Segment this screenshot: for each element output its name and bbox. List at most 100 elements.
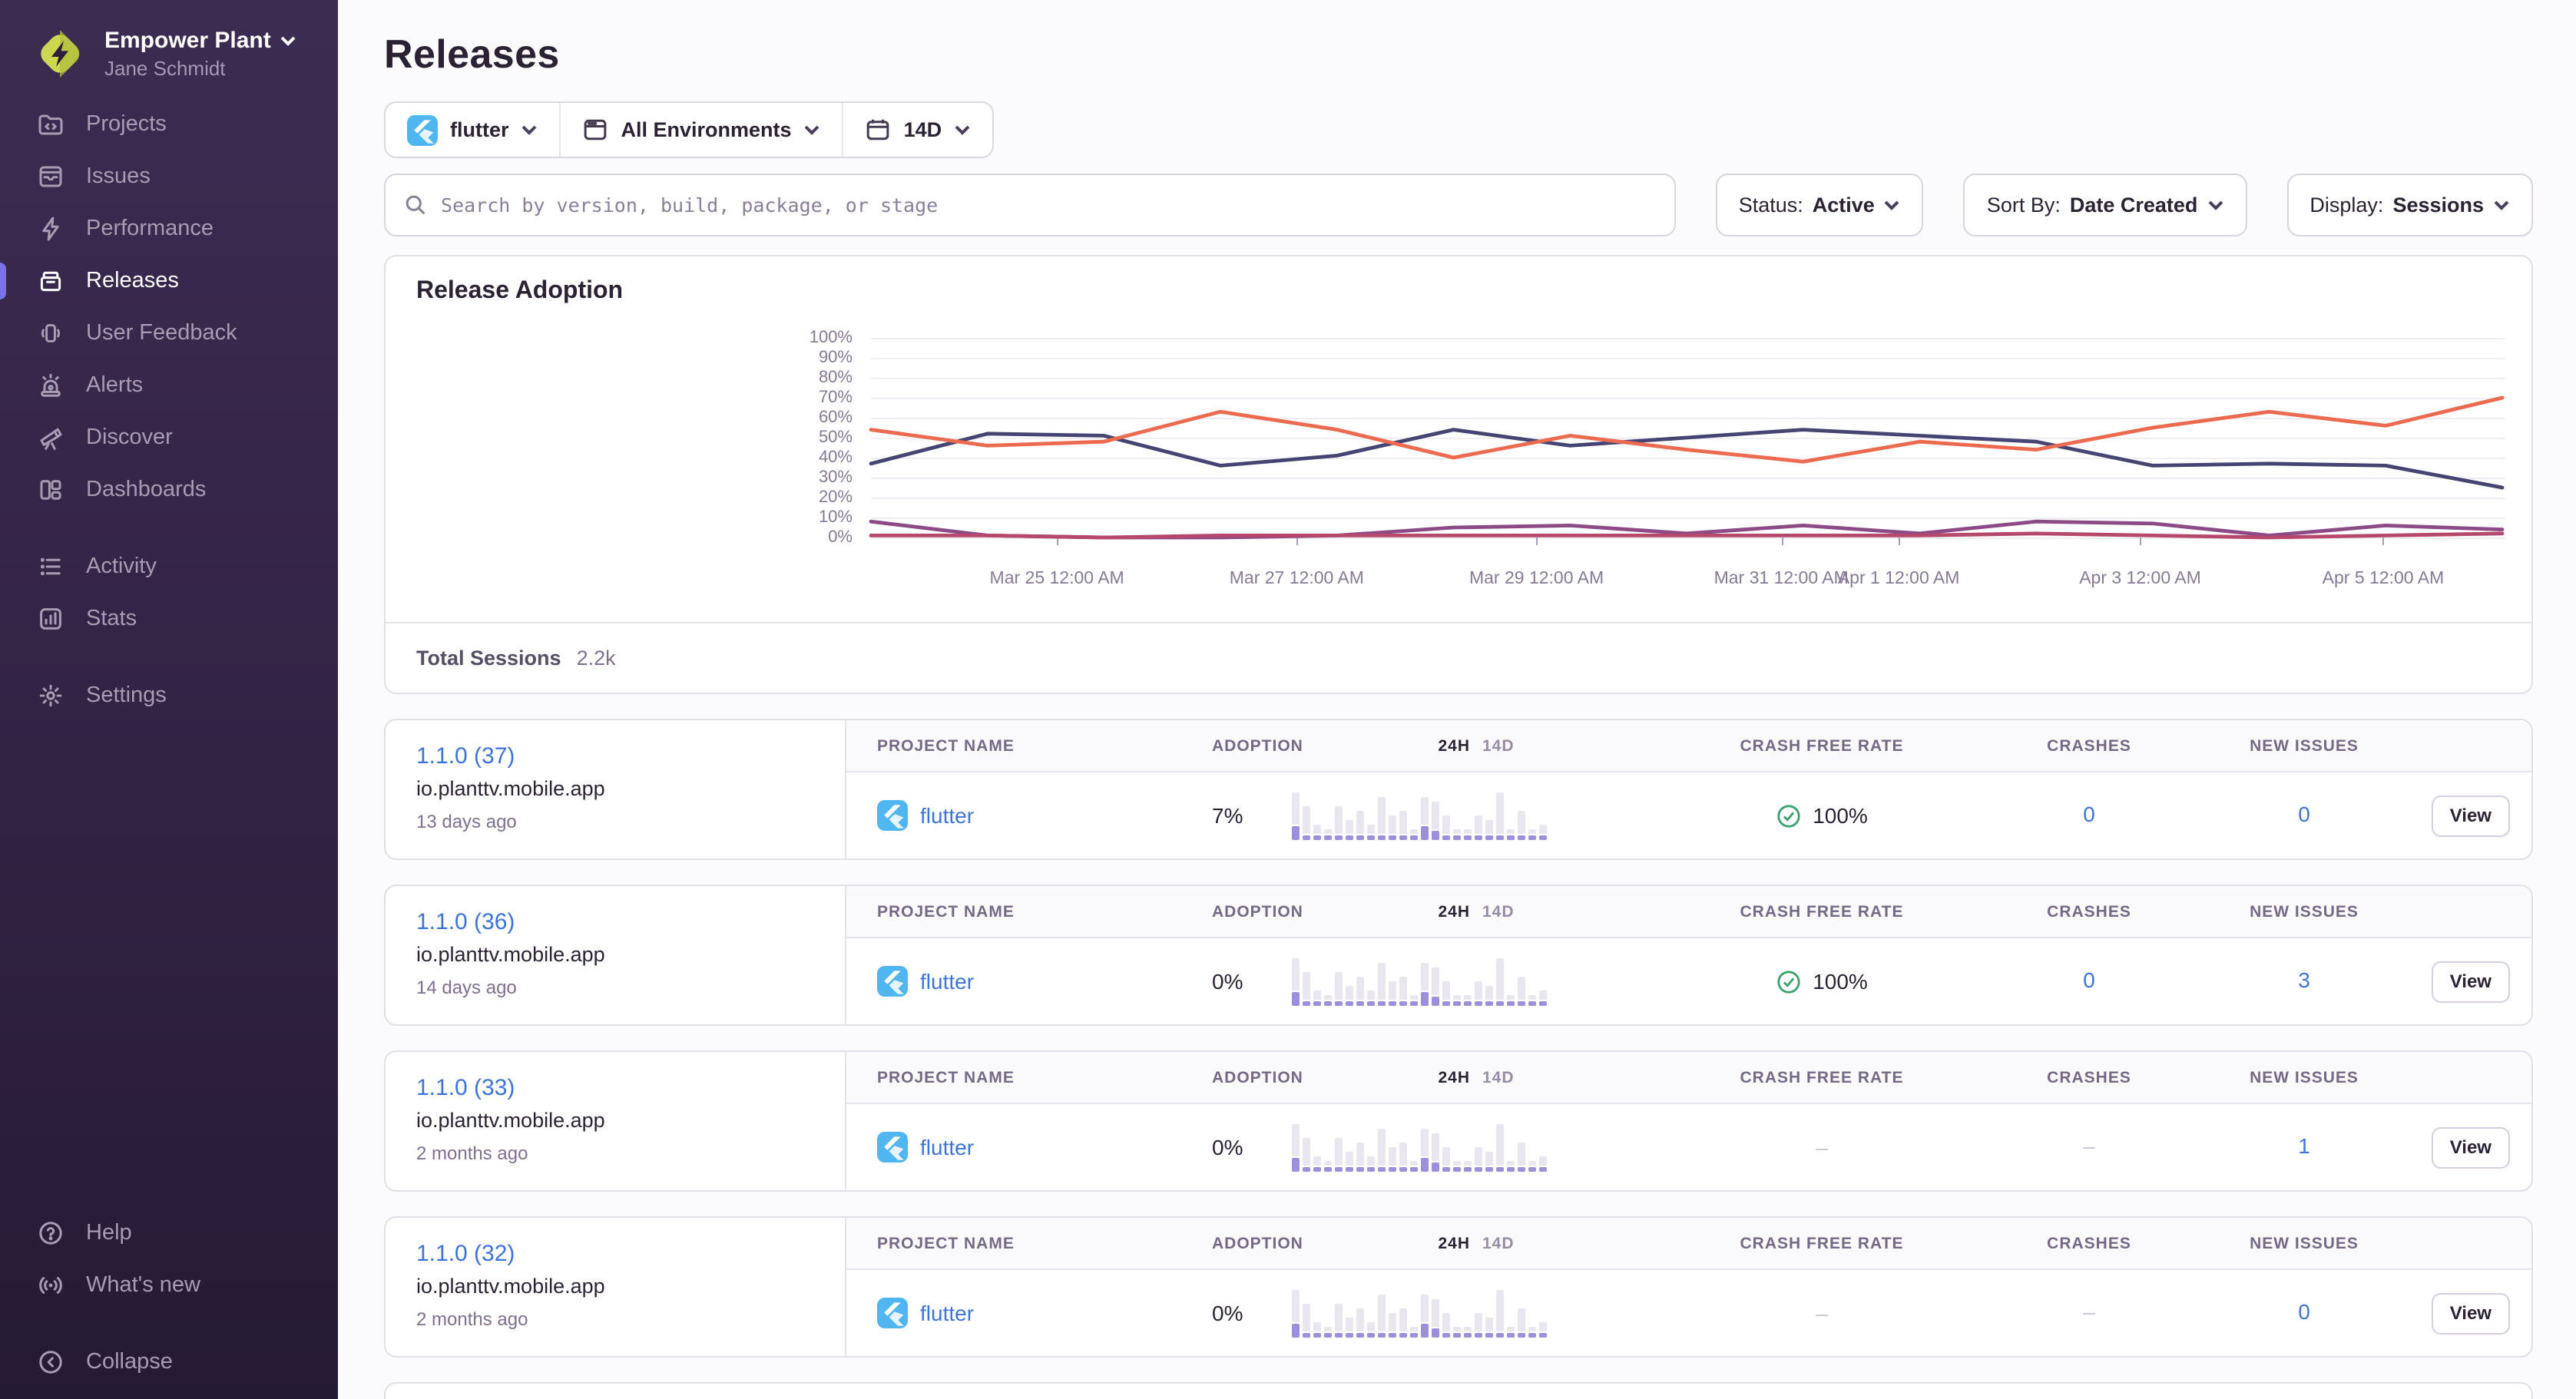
sidebar-item-performance[interactable]: Performance bbox=[0, 203, 338, 255]
release-version-link[interactable]: 1.1.0 (36) bbox=[416, 909, 515, 935]
col-adoption: Adoption bbox=[1212, 1068, 1292, 1086]
release-package: io.planttv.mobile.app bbox=[416, 1275, 814, 1298]
discover-icon bbox=[37, 424, 65, 451]
alerts-icon bbox=[37, 372, 65, 399]
toggle-24h[interactable]: 24H bbox=[1438, 1234, 1470, 1252]
sidebar-item-releases[interactable]: Releases bbox=[0, 255, 338, 307]
environment-filter[interactable]: All Environments bbox=[561, 103, 844, 157]
view-release-button[interactable]: View bbox=[2432, 795, 2510, 836]
release-version-link[interactable]: 1.1.0 (33) bbox=[416, 1075, 515, 1101]
x-axis-tick bbox=[1057, 537, 1058, 545]
project-link[interactable]: flutter bbox=[877, 1132, 1212, 1163]
release-table-row: flutter 7% 100% 0 0 View bbox=[846, 772, 2531, 858]
new-issues-link[interactable]: 0 bbox=[2298, 802, 2310, 826]
release-version-link[interactable]: 1.1.0 (32) bbox=[416, 1241, 515, 1267]
sidebar-nav-primary: Projects Issues Performance Releases Use… bbox=[0, 98, 338, 516]
y-axis-label: 60% bbox=[782, 408, 853, 427]
flutter-icon bbox=[877, 800, 908, 831]
sidebar-item-alerts[interactable]: Alerts bbox=[0, 359, 338, 412]
sidebar-item-user-feedback[interactable]: User Feedback bbox=[0, 307, 338, 359]
adoption-value: 7% bbox=[1212, 803, 1292, 828]
x-axis-tick bbox=[1781, 537, 1783, 545]
crashes-link[interactable]: 0 bbox=[2083, 967, 2095, 992]
col-new-issues: New Issues bbox=[2195, 1068, 2413, 1086]
release-table-row: flutter 0% – – 0 View bbox=[846, 1270, 2531, 1356]
col-adoption: Adoption bbox=[1212, 736, 1292, 755]
sidebar-item-discover[interactable]: Discover bbox=[0, 412, 338, 464]
y-axis-label: 0% bbox=[782, 528, 853, 547]
chevron-down-icon bbox=[804, 124, 821, 135]
sidebar-nav-secondary: Activity Stats bbox=[0, 541, 338, 645]
view-release-button[interactable]: View bbox=[2432, 1126, 2510, 1168]
sessions-sparkline bbox=[1292, 1288, 1550, 1338]
page-filter-bar: flutter All Environments 14D bbox=[384, 101, 994, 158]
new-issues-link[interactable]: 0 bbox=[2298, 1299, 2310, 1324]
toggle-24h[interactable]: 24H bbox=[1438, 902, 1470, 921]
y-axis-label: 40% bbox=[782, 448, 853, 467]
project-link[interactable]: flutter bbox=[877, 800, 1212, 831]
view-release-button[interactable]: View bbox=[2432, 961, 2510, 1002]
project-link[interactable]: flutter bbox=[877, 966, 1212, 997]
sidebar-item-activity[interactable]: Activity bbox=[0, 541, 338, 593]
status-dropdown[interactable]: Status:Active bbox=[1716, 174, 1924, 236]
environment-filter-value: All Environments bbox=[621, 118, 792, 141]
x-axis-tick bbox=[1899, 537, 1900, 545]
project-filter-value: flutter bbox=[450, 118, 509, 141]
sidebar-item-issues[interactable]: Issues bbox=[0, 150, 338, 203]
settings-icon bbox=[37, 682, 65, 709]
crash-free-value: 100% bbox=[1660, 802, 1983, 828]
col-crash-free-rate: Crash Free Rate bbox=[1660, 1068, 1983, 1086]
project-filter[interactable]: flutter bbox=[386, 103, 561, 157]
crashes-link[interactable]: 0 bbox=[2083, 802, 2095, 826]
new-issues-link[interactable]: 1 bbox=[2298, 1133, 2310, 1158]
projects-icon bbox=[37, 111, 65, 138]
sidebar-item-projects[interactable]: Projects bbox=[0, 98, 338, 150]
x-axis-tick bbox=[1537, 537, 1538, 545]
total-sessions-label: Total Sessions bbox=[416, 647, 561, 670]
series-orange-line bbox=[871, 398, 2502, 461]
page-title: Releases bbox=[384, 31, 2533, 78]
x-axis-label: Apr 5 12:00 AM bbox=[2323, 570, 2445, 588]
sidebar-item-dashboards[interactable]: Dashboards bbox=[0, 464, 338, 516]
sort-by-dropdown[interactable]: Sort By:Date Created bbox=[1964, 174, 2247, 236]
new-issues-link[interactable]: 3 bbox=[2298, 967, 2310, 992]
help-icon bbox=[37, 1219, 65, 1247]
total-sessions-value: 2.2k bbox=[577, 647, 616, 670]
search-input[interactable] bbox=[441, 193, 1656, 217]
flutter-icon bbox=[877, 1132, 908, 1163]
x-axis-label: Mar 25 12:00 AM bbox=[990, 570, 1124, 588]
release-card: 1.1.0 (37) io.planttv.mobile.app 13 days… bbox=[384, 719, 2533, 860]
y-axis-label: 50% bbox=[782, 428, 853, 447]
toggle-14d[interactable]: 14D bbox=[1482, 1234, 1515, 1252]
view-release-button[interactable]: View bbox=[2432, 1292, 2510, 1334]
new-issues-value: 1 bbox=[2195, 1133, 2413, 1161]
toggle-24h[interactable]: 24H bbox=[1438, 736, 1470, 755]
col-project-name: Project Name bbox=[877, 736, 1212, 755]
crash-free-value: – bbox=[1660, 1301, 1983, 1325]
sidebar-item-what-s-new[interactable]: What's new bbox=[0, 1259, 338, 1311]
whats-new-icon bbox=[37, 1272, 65, 1299]
release-version-link[interactable]: 1.1.0 (37) bbox=[416, 743, 515, 769]
daterange-filter[interactable]: 14D bbox=[844, 103, 993, 157]
sidebar-item-collapse[interactable]: Collapse bbox=[0, 1336, 338, 1388]
toggle-14d[interactable]: 14D bbox=[1482, 902, 1515, 921]
chevron-down-icon bbox=[2493, 200, 2510, 210]
display-dropdown[interactable]: Display:Sessions bbox=[2286, 174, 2533, 236]
release-package: io.planttv.mobile.app bbox=[416, 777, 814, 800]
org-switcher[interactable]: Empower Plant Jane Schmidt bbox=[0, 21, 338, 83]
release-search[interactable] bbox=[384, 174, 1676, 236]
flutter-icon bbox=[877, 966, 908, 997]
crashes-value: 0 bbox=[1983, 967, 2195, 995]
sidebar-item-stats[interactable]: Stats bbox=[0, 593, 338, 645]
toggle-14d[interactable]: 14D bbox=[1482, 736, 1515, 755]
toggle-24h[interactable]: 24H bbox=[1438, 1068, 1470, 1086]
col-project-name: Project Name bbox=[877, 1234, 1212, 1252]
project-link[interactable]: flutter bbox=[877, 1298, 1212, 1328]
window-icon bbox=[583, 117, 609, 143]
y-axis-label: 80% bbox=[782, 369, 853, 387]
sidebar-item-settings[interactable]: Settings bbox=[0, 670, 338, 722]
sidebar-item-help[interactable]: Help bbox=[0, 1207, 338, 1259]
x-axis-label: Apr 1 12:00 AM bbox=[1838, 570, 1960, 588]
toggle-14d[interactable]: 14D bbox=[1482, 1068, 1515, 1086]
release-age: 2 months ago bbox=[416, 1308, 814, 1330]
